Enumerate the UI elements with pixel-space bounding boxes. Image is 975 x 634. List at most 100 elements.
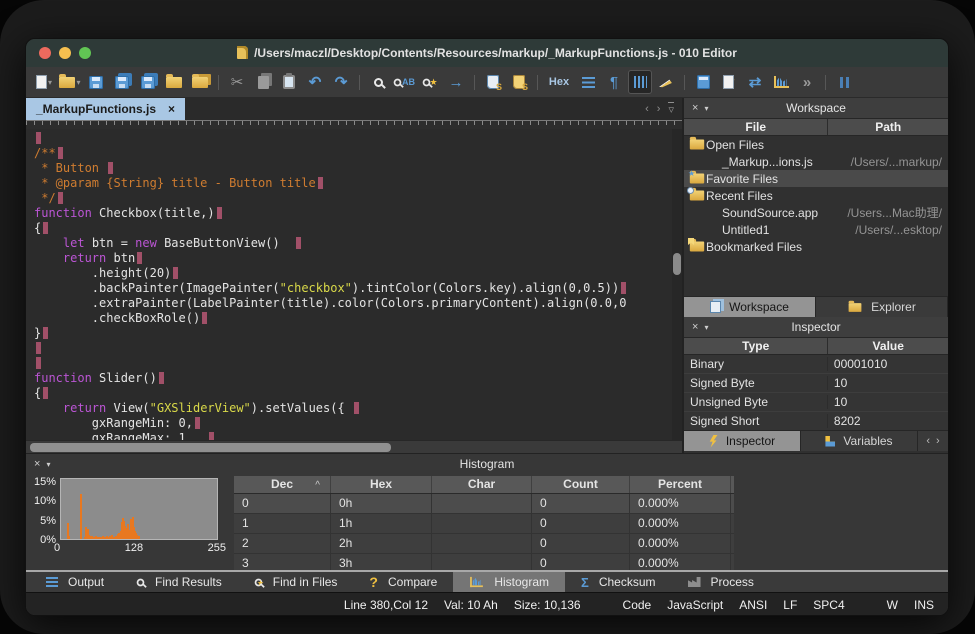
toolbar-separator (825, 75, 826, 90)
column-mode-button[interactable] (628, 70, 652, 94)
replace-button[interactable]: AB (392, 70, 416, 94)
inspector-row[interactable]: Binary00001010 (684, 355, 948, 374)
y-tick-label: 15% (34, 476, 56, 488)
workspace-row[interactable]: ★Favorite Files (684, 170, 948, 187)
workspace-row[interactable]: Open Files (684, 136, 948, 153)
workspace-row[interactable]: Bookmarked Files (684, 238, 948, 255)
output-icon (46, 577, 58, 587)
tab-label: Output (68, 575, 104, 589)
tab-output[interactable]: Output (30, 572, 120, 592)
chart-x-axis: 0128255 (54, 542, 226, 554)
histogram-table-row[interactable]: 33h00.000% (234, 554, 734, 570)
histogram-column-count[interactable]: Count (532, 476, 630, 493)
histogram-column-hex[interactable]: Hex (331, 476, 432, 493)
copy-button[interactable] (251, 70, 275, 94)
find-in-files-button[interactable]: ★ (418, 70, 442, 94)
status-line-ending[interactable]: LF (783, 598, 797, 612)
save-button[interactable] (84, 70, 108, 94)
histogram-table-row[interactable]: 22h00.000% (234, 534, 734, 554)
undo-button[interactable]: ↶ (303, 70, 327, 94)
open-file-button[interactable]: ▾ (58, 70, 82, 94)
editor-ruler (26, 120, 682, 129)
new-file-button[interactable]: ▾ (32, 70, 56, 94)
tab-compare[interactable]: ?Compare (353, 572, 453, 592)
vertical-scrollbar-thumb[interactable] (673, 253, 681, 275)
tab-explorer[interactable]: Explorer (816, 297, 948, 317)
tab-markupfunctions[interactable]: _MarkupFunctions.js × (26, 98, 185, 120)
check-button[interactable]: ? (717, 70, 741, 94)
redo-button[interactable]: ↷ (329, 70, 353, 94)
swap-bytes-button[interactable]: ⇄ (743, 70, 767, 94)
find-button[interactable] (366, 70, 390, 94)
open-folder-button[interactable] (162, 70, 186, 94)
tab-workspace[interactable]: Workspace (684, 297, 816, 317)
status-mode[interactable]: Code (623, 598, 652, 612)
chart-plot-area (60, 478, 218, 540)
editor-viewport[interactable]: /** * Button * @param {String} title - B… (26, 129, 682, 440)
tab-next-icon[interactable]: › (657, 103, 661, 115)
pause-button[interactable] (832, 70, 856, 94)
tab-checksum[interactable]: ΣChecksum (565, 572, 672, 592)
tab-variables[interactable]: Variables (801, 431, 918, 451)
status-wrap[interactable]: W (887, 598, 898, 612)
tab-label: Compare (388, 575, 437, 589)
folder-icon (849, 303, 862, 312)
tab-find-in-files[interactable]: ★Find in Files (238, 572, 354, 592)
workspace-row[interactable]: SoundSource.app/Users...Mac助理/ (684, 204, 948, 221)
find-in-files-icon (423, 78, 431, 86)
tab-label: Checksum (599, 575, 656, 589)
workspace-row[interactable]: Recent Files (684, 187, 948, 204)
status-insert-mode[interactable]: INS (914, 598, 934, 612)
column-value[interactable]: Value (828, 338, 948, 354)
tab-prev-icon[interactable]: ‹ (645, 103, 649, 115)
histogram-table-row[interactable]: 00h00.000% (234, 494, 734, 514)
histogram-column-char[interactable]: Char (432, 476, 532, 493)
status-encoding[interactable]: ANSI (739, 598, 767, 612)
calculator-button[interactable] (691, 70, 715, 94)
status-spacing[interactable]: SPC4 (813, 598, 844, 612)
run-template-button[interactable] (507, 70, 531, 94)
hex-mode-button[interactable]: Hex (544, 70, 574, 94)
column-file[interactable]: File (684, 119, 828, 135)
histogram-column-percent[interactable]: Percent (630, 476, 731, 493)
panel-tab-nav: ‹ › (918, 431, 948, 451)
horizontal-scrollbar-thumb[interactable] (30, 443, 391, 452)
column-type[interactable]: Type (684, 338, 828, 354)
save-as-button[interactable] (110, 70, 134, 94)
inspector-row[interactable]: Signed Short8202 (684, 412, 948, 430)
histogram-column-dec[interactable]: Dec^ (234, 476, 331, 493)
paste-button[interactable] (277, 70, 301, 94)
inspector-row[interactable]: Signed Byte10 (684, 374, 948, 393)
editor-column: _MarkupFunctions.js × ‹ › ▿ /** * Button… (26, 98, 682, 453)
open-recent-button[interactable] (188, 70, 212, 94)
highlight-button[interactable] (654, 70, 678, 94)
template-icon (513, 75, 525, 89)
more-tools-button[interactable]: » (795, 70, 819, 94)
tab-process[interactable]: Process (672, 572, 770, 592)
panel-next-icon[interactable]: › (936, 435, 940, 447)
tab-inspector[interactable]: Inspector (684, 431, 801, 451)
workspace-row[interactable]: Untitled1/Users/...esktop/ (684, 221, 948, 238)
vertical-scrollbar[interactable] (672, 129, 682, 440)
histogram-table-row[interactable]: 11h00.000% (234, 514, 734, 534)
status-language[interactable]: JavaScript (667, 598, 723, 612)
column-path[interactable]: Path (828, 119, 948, 135)
code-content[interactable]: /** * Button * @param {String} title - B… (26, 129, 682, 440)
tab-histogram[interactable]: Histogram (453, 572, 565, 592)
horizontal-scrollbar[interactable] (26, 440, 682, 453)
main-area: _MarkupFunctions.js × ‹ › ▿ /** * Button… (26, 98, 948, 453)
show-whitespace-button[interactable]: ¶ (602, 70, 626, 94)
tab-find-results[interactable]: Find Results (120, 572, 238, 592)
word-wrap-button[interactable] (576, 70, 600, 94)
panel-prev-icon[interactable]: ‹ (926, 435, 930, 447)
cut-button[interactable]: ✂ (225, 70, 249, 94)
goto-button[interactable]: → (444, 70, 468, 94)
file-path: /Users/...esktop/ (855, 223, 948, 237)
workspace-row[interactable]: _Markup...ions.js/Users/...markup/ (684, 153, 948, 170)
tab-close-icon[interactable]: × (168, 102, 175, 116)
histogram-tool-button[interactable] (769, 70, 793, 94)
inspector-row[interactable]: Unsigned Byte10 (684, 393, 948, 412)
tab-list-icon[interactable]: ▿ (668, 102, 674, 116)
run-script-button[interactable] (481, 70, 505, 94)
save-all-button[interactable] (136, 70, 160, 94)
